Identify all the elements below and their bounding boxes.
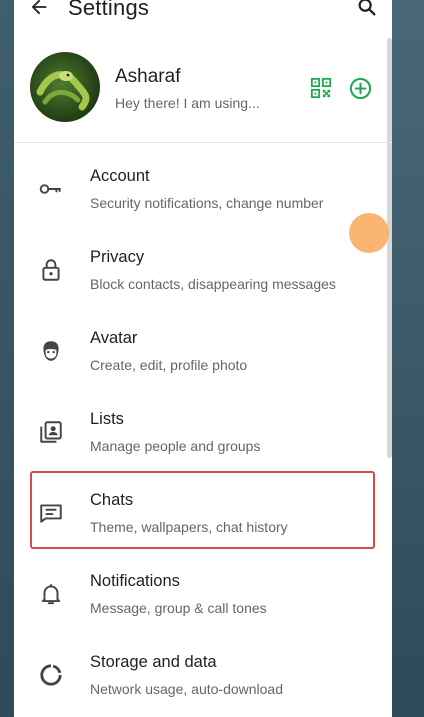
storage-circle-icon <box>40 664 62 686</box>
menu-item-subtitle: Theme, wallpapers, chat history <box>90 519 288 535</box>
menu-item-label: Chats <box>90 491 134 509</box>
menu-item-chats[interactable]: Chats Theme, wallpapers, chat history <box>14 474 392 554</box>
chat-icon <box>40 504 62 523</box>
qr-code-icon[interactable] <box>310 77 332 99</box>
menu-item-label: Lists <box>90 410 124 428</box>
search-icon[interactable] <box>356 0 378 18</box>
menu-item-label: Avatar <box>90 329 138 347</box>
app-bar: Settings <box>14 0 392 24</box>
menu-item-label: Notifications <box>90 572 180 590</box>
profile-section[interactable]: Asharaf Hey there! I am using... <box>14 44 392 134</box>
page-title: Settings <box>68 0 150 20</box>
lock-icon <box>42 259 60 281</box>
menu-item-subtitle: Block contacts, disappearing messages <box>90 276 336 292</box>
menu-item-avatar[interactable]: Avatar Create, edit, profile photo <box>14 312 392 392</box>
avatar-face-icon <box>43 341 59 361</box>
menu-item-label: Account <box>90 167 150 185</box>
background-left <box>0 0 14 717</box>
add-circle-icon[interactable] <box>349 77 372 100</box>
touch-indicator <box>349 213 389 253</box>
menu-item-subtitle: Security notifications, change number <box>90 195 324 211</box>
avatar-image-icon <box>36 71 90 111</box>
menu-item-subtitle: Create, edit, profile photo <box>90 357 248 373</box>
menu-item-storage[interactable]: Storage and data Network usage, auto-dow… <box>14 636 392 716</box>
menu-item-subtitle: Network usage, auto-download <box>90 681 284 697</box>
menu-item-account[interactable]: Account Security notifications, change n… <box>14 150 392 230</box>
menu-item-privacy[interactable]: Privacy Block contacts, disappearing mes… <box>14 231 392 311</box>
menu-item-subtitle: Manage people and groups <box>90 438 261 454</box>
menu-item-subtitle: Message, group & call tones <box>90 600 267 616</box>
menu-item-lists[interactable]: Lists Manage people and groups <box>14 393 392 473</box>
avatar[interactable] <box>30 52 100 122</box>
background-right <box>392 0 424 717</box>
menu-item-notifications[interactable]: Notifications Message, group & call tone… <box>14 555 392 635</box>
divider <box>14 142 392 143</box>
profile-name: Asharaf <box>115 66 181 87</box>
bell-icon <box>41 584 61 605</box>
settings-screen: Settings Asharaf Hey there! I am using..… <box>14 0 392 717</box>
menu-item-label: Privacy <box>90 248 145 266</box>
profile-status: Hey there! I am using... <box>115 95 260 111</box>
back-arrow-icon[interactable] <box>28 0 50 18</box>
key-icon <box>39 184 61 194</box>
contact-list-icon <box>40 421 62 443</box>
menu-item-label: Storage and data <box>90 653 217 671</box>
